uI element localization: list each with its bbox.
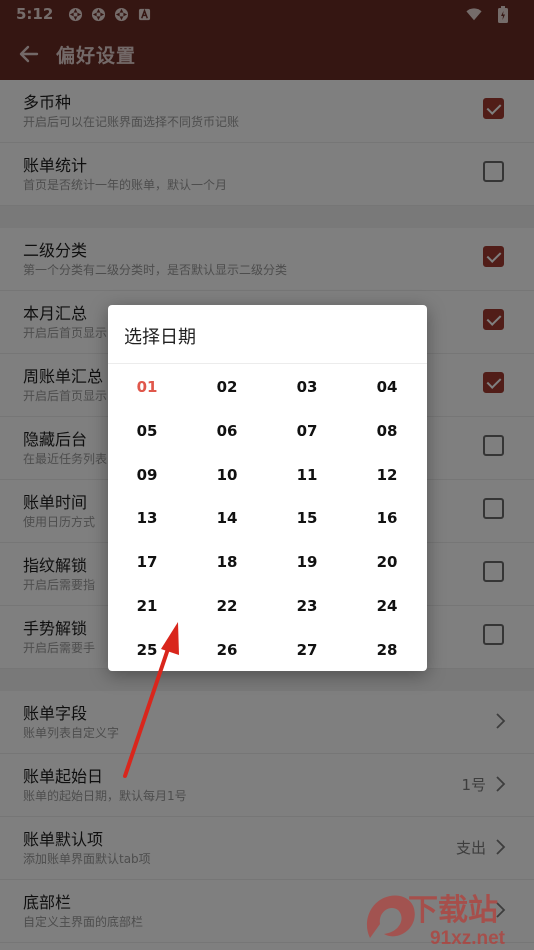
day-option[interactable]: 24 — [357, 591, 417, 621]
day-option[interactable]: 09 — [117, 460, 177, 490]
day-option[interactable]: 14 — [197, 503, 257, 533]
day-option[interactable]: 11 — [277, 460, 337, 490]
day-option[interactable]: 16 — [357, 503, 417, 533]
day-option[interactable]: 02 — [197, 372, 257, 402]
day-option[interactable]: 07 — [277, 416, 337, 446]
day-option[interactable]: 03 — [277, 372, 337, 402]
day-option[interactable]: 22 — [197, 591, 257, 621]
day-option[interactable]: 04 — [357, 372, 417, 402]
date-picker-dialog: 选择日期 01 02 03 04 05 06 07 08 09 10 11 12 13 14 15 16 17 1… — [108, 305, 427, 671]
day-option[interactable]: 17 — [117, 547, 177, 577]
day-option[interactable]: 28 — [357, 635, 417, 665]
dialog-title: 选择日期 — [124, 327, 196, 348]
day-option[interactable]: 13 — [117, 503, 177, 533]
day-option[interactable]: 06 — [197, 416, 257, 446]
day-option[interactable]: 08 — [357, 416, 417, 446]
day-option[interactable]: 05 — [117, 416, 177, 446]
day-option[interactable]: 12 — [357, 460, 417, 490]
day-option[interactable]: 15 — [277, 503, 337, 533]
day-option[interactable]: 18 — [197, 547, 257, 577]
dialog-divider — [108, 363, 427, 364]
day-option[interactable]: 19 — [277, 547, 337, 577]
day-option[interactable]: 25 — [117, 635, 177, 665]
day-option[interactable]: 01 — [117, 372, 177, 402]
day-option[interactable]: 21 — [117, 591, 177, 621]
day-option[interactable]: 20 — [357, 547, 417, 577]
day-option[interactable]: 26 — [197, 635, 257, 665]
day-option[interactable]: 23 — [277, 591, 337, 621]
day-option[interactable]: 10 — [197, 460, 257, 490]
day-option[interactable]: 27 — [277, 635, 337, 665]
